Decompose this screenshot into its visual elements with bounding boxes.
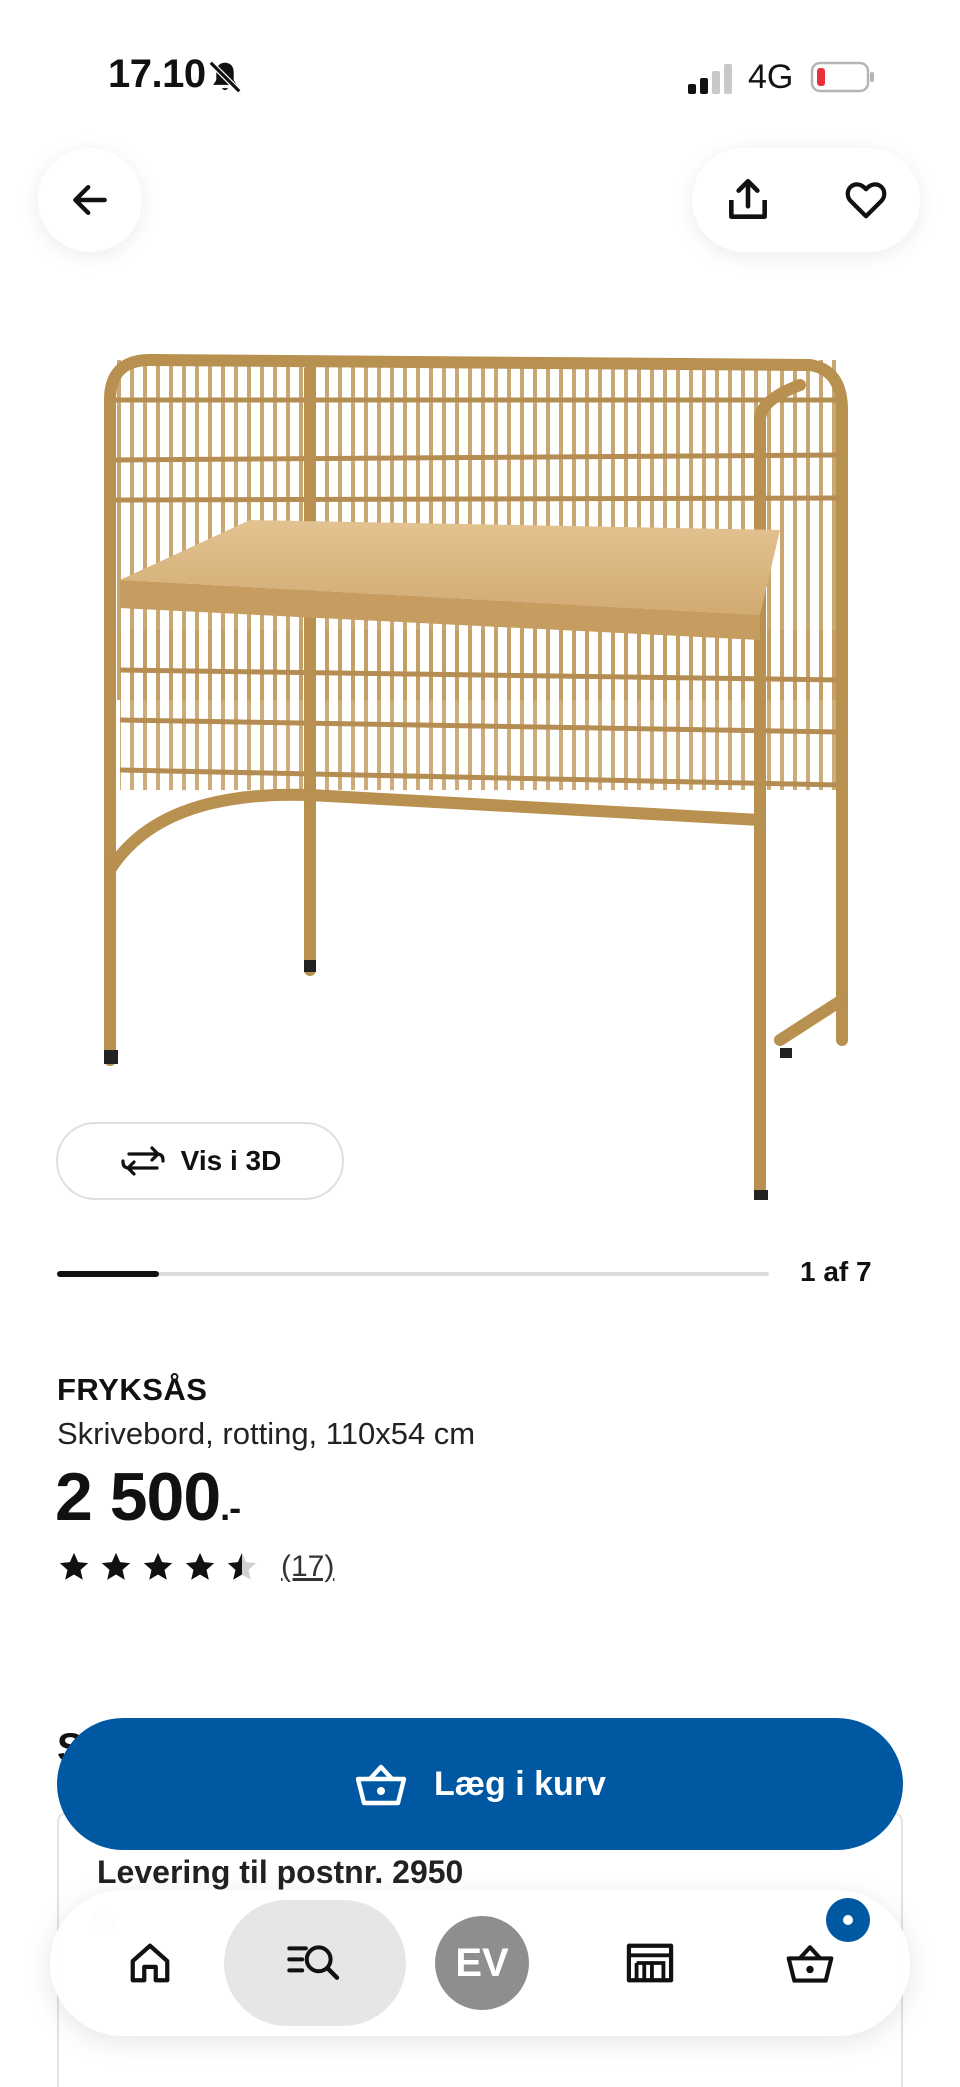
nav-profile[interactable]: EV — [432, 1890, 532, 2036]
add-to-cart-button[interactable]: Læg i kurv — [57, 1718, 903, 1850]
search-list-icon — [287, 1945, 340, 1980]
home-icon — [130, 1943, 170, 1983]
status-time: 17.10 — [108, 52, 206, 96]
back-arrow-icon — [73, 184, 107, 216]
share-button[interactable] — [714, 166, 782, 234]
product-name: FRYKSÅS — [57, 1372, 208, 1407]
product-description: Skrivebord, rotting, 110x54 cm — [57, 1416, 476, 1451]
product-price: 2 500.- — [55, 1458, 241, 1536]
price-suffix: .- — [220, 1487, 241, 1528]
basket-icon — [355, 1764, 407, 1806]
nav-search[interactable] — [224, 1890, 406, 2036]
network-type: 4G — [748, 58, 794, 96]
heart-icon — [845, 182, 887, 219]
status-bar: 17.10 4G — [0, 0, 960, 150]
rating[interactable]: (17) — [57, 1550, 334, 1584]
star-icon — [185, 1552, 215, 1580]
basket-nav-icon — [786, 1945, 834, 1983]
bottom-nav: EV — [50, 1890, 910, 2036]
basket-badge-dot — [843, 1915, 853, 1925]
gallery-progress-fill — [57, 1271, 159, 1277]
star-icon — [59, 1552, 89, 1580]
price-value: 2 500 — [55, 1459, 221, 1535]
gallery-counter: 1 af 7 — [800, 1256, 872, 1287]
nav-home[interactable] — [100, 1890, 200, 2036]
gallery-progress — [57, 1271, 769, 1277]
avatar: EV — [435, 1916, 529, 2010]
basket-badge — [826, 1898, 870, 1942]
delivery-title: Levering til postnr. 2950 — [97, 1854, 464, 1890]
share-icon — [729, 178, 767, 219]
favourite-button[interactable] — [832, 166, 900, 234]
product-image[interactable] — [100, 340, 860, 1200]
view-3d-label: Vis i 3D — [180, 1145, 282, 1176]
signal-icon — [688, 64, 732, 94]
add-to-cart-label: Læg i kurv — [434, 1764, 606, 1803]
store-icon — [626, 1943, 674, 1983]
action-pill — [692, 148, 920, 252]
nav-store[interactable] — [600, 1890, 700, 2036]
back-button[interactable] — [38, 148, 142, 252]
rotate-3d-icon — [121, 1146, 165, 1176]
star-icon — [101, 1552, 131, 1580]
star-icon — [143, 1552, 173, 1580]
bell-muted-icon — [208, 60, 242, 94]
star-icon — [227, 1552, 257, 1580]
view-3d-button[interactable]: Vis i 3D — [56, 1122, 344, 1200]
review-count-link[interactable]: (17) — [281, 1550, 334, 1584]
rating-stars — [57, 1550, 259, 1584]
battery-icon — [810, 61, 874, 93]
